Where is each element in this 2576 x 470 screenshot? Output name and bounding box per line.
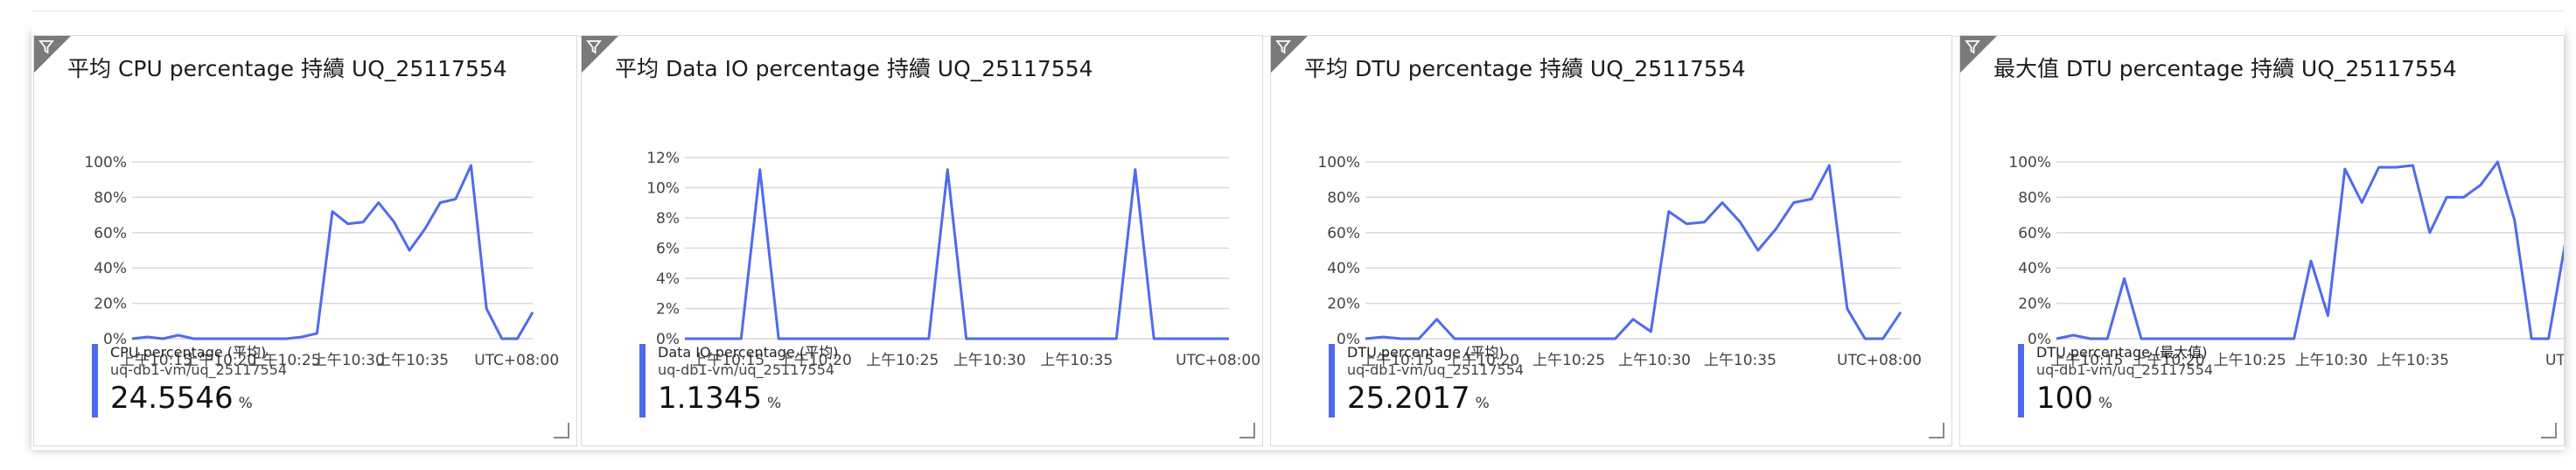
filter-icon[interactable] — [38, 39, 54, 55]
x-tick-label: 上午10:35 — [376, 352, 449, 369]
legend-series-name: Data IO percentage (平均) — [658, 344, 839, 361]
x-tick-label: 上午10:35 — [1040, 352, 1113, 369]
legend-value: 100% — [2036, 379, 2213, 423]
legend[interactable]: Data IO percentage (平均) uq-db1-vm/uq_251… — [639, 344, 838, 417]
y-tick-label: 100% — [1317, 154, 1360, 172]
legend-resource-name: uq-db1-vm/uq_25117554 — [658, 361, 835, 378]
metric-tile-dtu-max[interactable]: 最大值 DTU percentage 持續 UQ_25117554 0% 20% 4… — [1959, 35, 2565, 446]
y-tick-label: 60% — [2018, 225, 2051, 242]
legend-number: 100 — [2036, 381, 2093, 416]
legend-number: 25.2017 — [1347, 381, 1470, 416]
tile-title[interactable]: 平均 Data IO percentage 持續 UQ_25117554 — [615, 52, 1093, 83]
tile-title[interactable]: 最大值 DTU percentage 持續 UQ_25117554 — [1993, 52, 2457, 83]
legend-series-name: CPU percentage (平均) — [110, 344, 267, 361]
filter-icon[interactable] — [1275, 39, 1291, 55]
top-tile-strip — [31, 11, 2565, 37]
y-tick-label: 10% — [646, 180, 680, 198]
resize-handle[interactable] — [1239, 423, 1255, 438]
legend-resource-name: uq-db1-vm/uq_25117554 — [2036, 361, 2214, 378]
series-line[interactable] — [685, 168, 1229, 340]
y-tick-label: 80% — [1327, 189, 1360, 207]
legend[interactable]: CPU percentage (平均) uq-db1-vm/uq_2511755… — [92, 344, 287, 417]
tile-corner — [582, 36, 618, 73]
tile-title[interactable]: 平均 CPU percentage 持續 UQ_25117554 — [67, 52, 507, 83]
y-tick-label: 8% — [656, 210, 680, 228]
tile-corner — [1960, 36, 1997, 73]
y-tick-label: 40% — [94, 260, 127, 277]
y-tick-label: 100% — [2008, 154, 2051, 172]
legend[interactable]: DTU percentage (最大值) uq-db1-vm/uq_251175… — [2018, 344, 2213, 417]
x-tick-label: 上午10:25 — [866, 352, 939, 369]
legend-number: 1.1345 — [658, 381, 762, 416]
legend-series-name: DTU percentage (平均) — [1347, 344, 1504, 361]
x-tick-label: UTC+08:00 — [474, 352, 559, 369]
legend-unit: % — [2098, 395, 2113, 412]
metric-tile-dataio-avg[interactable]: 平均 Data IO percentage 持續 UQ_25117554 0% 2… — [581, 35, 1263, 446]
tile-corner — [34, 36, 71, 73]
x-tick-label: 上午10:30 — [2295, 352, 2368, 369]
legend-unit: % — [1475, 395, 1490, 412]
legend-resource-name: uq-db1-vm/uq_25117554 — [1347, 361, 1525, 378]
tile-title[interactable]: 平均 DTU percentage 持續 UQ_25117554 — [1304, 52, 1746, 83]
x-tick-label: UTC+08:00 — [1837, 352, 1922, 369]
legend-resource-name: uq-db1-vm/uq_25117554 — [110, 361, 288, 378]
tile-corner — [1271, 36, 1308, 73]
y-tick-label: 2% — [656, 301, 680, 319]
legend-value: 24.5546% — [110, 379, 287, 423]
x-tick-label: 上午10:35 — [2377, 352, 2449, 369]
x-tick-label: UT — [2545, 352, 2565, 369]
metric-tile-dtu-avg[interactable]: 平均 DTU percentage 持續 UQ_25117554 0% 20% 40… — [1270, 35, 1952, 446]
filter-icon[interactable] — [586, 39, 602, 55]
y-tick-label: 12% — [646, 150, 680, 167]
series-line[interactable] — [2056, 160, 2565, 340]
x-tick-label: 上午10:25 — [2214, 352, 2286, 369]
legend[interactable]: DTU percentage (平均) uq-db1-vm/uq_2511755… — [1329, 344, 1524, 417]
y-tick-label: 4% — [656, 270, 680, 288]
y-tick-label: 40% — [2018, 260, 2051, 277]
legend-value: 25.2017% — [1347, 379, 1524, 423]
y-tick-label: 80% — [2018, 189, 2051, 207]
y-tick-label: 20% — [94, 296, 127, 313]
metric-tile-cpu-avg[interactable]: 平均 CPU percentage 持續 UQ_25117554 0% 20% 40… — [33, 35, 577, 446]
x-tick-label: 上午10:25 — [1532, 352, 1605, 369]
x-tick-label: 上午10:35 — [1704, 352, 1777, 369]
x-tick-label: 上午10:30 — [312, 352, 385, 369]
y-tick-label: 60% — [94, 225, 127, 242]
resize-handle[interactable] — [1929, 423, 1944, 438]
legend-unit: % — [766, 395, 782, 412]
resize-handle[interactable] — [554, 423, 569, 438]
series-line[interactable] — [1365, 164, 1902, 340]
legend-value: 1.1345% — [658, 379, 838, 423]
y-tick-label: 60% — [1327, 225, 1360, 242]
dashboard-page: 平均 CPU percentage 持續 UQ_25117554 0% 20% 40… — [0, 0, 2576, 470]
resize-handle[interactable] — [2541, 423, 2557, 438]
y-tick-label: 20% — [1327, 296, 1360, 313]
y-tick-label: 40% — [1327, 260, 1360, 277]
series-line[interactable] — [131, 164, 534, 340]
y-tick-label: 100% — [84, 154, 127, 172]
filter-icon[interactable] — [1965, 39, 1980, 55]
x-tick-label: UTC+08:00 — [1176, 352, 1260, 369]
legend-series-name: DTU percentage (最大值) — [2036, 344, 2208, 361]
y-tick-label: 20% — [2018, 296, 2051, 313]
x-tick-label: 上午10:30 — [1618, 352, 1691, 369]
x-tick-label: 上午10:30 — [953, 352, 1026, 369]
y-tick-label: 80% — [94, 189, 127, 207]
y-tick-label: 6% — [656, 241, 680, 258]
legend-number: 24.5546 — [110, 381, 234, 416]
legend-unit: % — [238, 395, 253, 412]
